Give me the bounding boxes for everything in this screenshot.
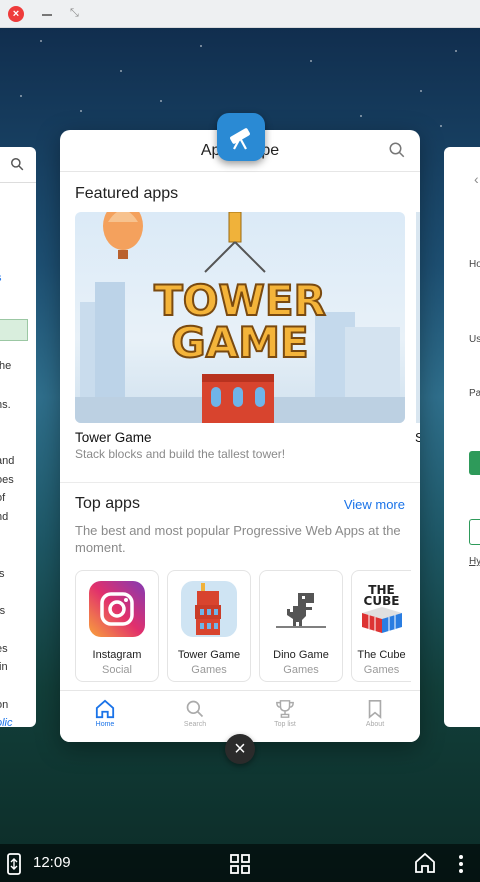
left-card-fragment: es (0, 643, 8, 655)
left-card-fragment: oes (0, 474, 14, 486)
nav-label: Home (95, 721, 115, 728)
top-apps-description: The best and most popular Progressive We… (75, 523, 401, 555)
left-card-fragment: tin (0, 661, 8, 673)
app-category: Social (102, 664, 132, 676)
banner-title-line2: GAME (170, 318, 309, 367)
right-card-fragment: Pa (469, 388, 480, 399)
system-shelf: 12:09 (0, 844, 480, 882)
nav-top-list[interactable]: Top list (240, 691, 330, 742)
banner-title: TOWER GAME (75, 276, 405, 367)
app-category: Games (191, 664, 227, 676)
cube-icon-label: THE CUBE (363, 583, 400, 608)
bookmark-icon (368, 700, 382, 719)
app-name: Dino Game (273, 649, 329, 661)
telescope-app-icon (217, 113, 265, 161)
left-card-fragment: ns. (0, 399, 11, 411)
left-card-fragment: nd (0, 511, 9, 523)
clock-time[interactable]: 12:09 (33, 854, 71, 871)
window-maximize-button[interactable]: ⤡ (70, 7, 79, 20)
left-card-fragment: s (0, 272, 36, 284)
chevron-left-icon: ‹ (474, 171, 479, 187)
featured-app-subtitle: Stack blocks and build the tallest tower… (75, 447, 286, 461)
search-icon (11, 158, 24, 171)
left-card-fragment: of (0, 492, 6, 504)
left-card-fragment: ts (0, 568, 5, 580)
next-featured-name-peek: S (415, 430, 420, 445)
instagram-icon (89, 581, 145, 637)
banner-title-line1: TOWER (153, 276, 327, 325)
phone-hub-icon[interactable] (7, 853, 21, 875)
search-icon (186, 700, 204, 718)
app-name: Instagram (92, 649, 142, 661)
right-card-fragment: Us (469, 334, 480, 345)
window-titlebar: × ⤡ (0, 0, 480, 28)
app-tile-dino-game[interactable]: Dino Game Games (259, 570, 343, 682)
top-apps-list: Instagram Social Tower Game Games Dino G… (75, 570, 411, 682)
view-more-link[interactable]: View more (344, 497, 405, 512)
home-icon[interactable] (414, 852, 436, 874)
featured-app-name[interactable]: Tower Game (75, 430, 152, 445)
featured-apps-heading: Featured apps (75, 185, 179, 202)
window-close-button[interactable]: × (8, 5, 24, 22)
left-card-fragment: - (0, 436, 36, 448)
left-card-fragment: rs (0, 605, 6, 617)
nav-home[interactable]: Home (60, 691, 150, 742)
section-divider (60, 482, 420, 483)
right-card-fragment: Hy (469, 556, 480, 567)
telescope-icon (230, 128, 250, 150)
background-app-card-left[interactable]: s the ns. - and oes of nd ts rs es tin o… (0, 147, 36, 727)
search-icon[interactable] (388, 141, 406, 159)
background-app-card-right[interactable]: ‹ Ho Us Pa Hy (444, 147, 480, 727)
trophy-icon (276, 700, 294, 718)
app-tile-the-cube[interactable]: THE CUBE The Cube Games (351, 570, 411, 682)
app-tile-instagram[interactable]: Instagram Social (75, 570, 159, 682)
app-category: Games (283, 664, 319, 676)
left-card-fragment: and (0, 455, 15, 467)
close-window-button[interactable]: × (225, 734, 255, 764)
nav-label: Search (183, 721, 207, 728)
right-card-outline-button (469, 519, 480, 545)
right-card-fragment: Ho (469, 259, 480, 270)
home-icon (95, 699, 115, 719)
app-tile-tower-game[interactable]: Tower Game Games (167, 570, 251, 682)
left-card-fragment: on (0, 699, 9, 711)
dino-icon (273, 581, 329, 637)
left-card-fragment: the (0, 360, 12, 372)
overview-grid-icon[interactable] (230, 854, 250, 874)
app-scope-window[interactable]: App Scope Featured apps TOWER (60, 130, 420, 742)
app-category: Games (363, 664, 400, 676)
window-minimize-button[interactable] (42, 13, 52, 16)
nav-label: About (365, 721, 385, 728)
nav-label: Top list (274, 721, 296, 728)
tower-game-icon (181, 581, 237, 637)
top-apps-heading: Top apps (75, 495, 140, 512)
nav-search[interactable]: Search (150, 691, 240, 742)
app-name: The Cube (357, 649, 406, 661)
nav-about[interactable]: About (330, 691, 420, 742)
left-card-fragment: olic (0, 717, 13, 727)
left-card-header (0, 147, 36, 183)
app-name: Tower Game (177, 649, 241, 661)
featured-banner-tower-game[interactable]: TOWER GAME (75, 212, 405, 423)
cube-icon: THE CUBE (353, 581, 410, 637)
next-featured-peek[interactable] (416, 212, 420, 423)
more-vert-icon[interactable] (458, 854, 464, 874)
left-card-green-field (0, 319, 28, 341)
right-card-green-button (469, 451, 480, 475)
